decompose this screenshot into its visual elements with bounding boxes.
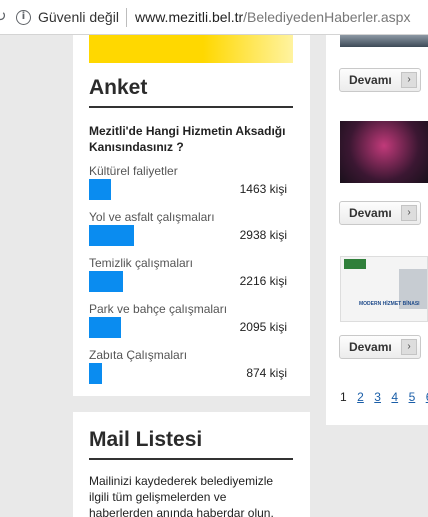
poll-option-bar [89,363,102,384]
mail-list-title: Mail Listesi [89,428,203,451]
address-bar: ↻ i Güvenli değil www.mezitli.bel.tr/Bel… [0,0,428,35]
read-more-button[interactable]: Devamı › [339,68,421,92]
page-link[interactable]: 4 [391,390,398,404]
address-divider [126,8,127,27]
read-more-label: Devamı [349,73,392,87]
mail-title-rule [89,458,293,460]
chevron-right-icon: › [401,72,417,88]
news-image[interactable] [340,35,428,47]
poll-option-label: Park ve bahçe çalışmaları [89,302,228,316]
poll-option: Kültürel faliyetler 1463 kişi [89,164,293,210]
news-list: Devamı › Devamı › MODERN HİZMET BİNASI D… [326,35,428,425]
news-image[interactable]: MODERN HİZMET BİNASI [340,256,428,322]
chevron-right-icon: › [401,339,417,355]
poll-option: Park ve bahçe çalışmaları 2095 kişi [89,302,293,348]
poll-option-count: 2938 kişi [239,228,287,242]
poll-option: Zabıta Çalışmaları 874 kişi [89,348,293,394]
poll-option: Temizlik çalışmaları 2216 kişi [89,256,293,302]
chevron-right-icon: › [401,205,417,221]
news-image-caption: MODERN HİZMET BİNASI [359,301,420,307]
poll-option-label: Yol ve asfalt çalışmaları [89,210,215,224]
news-column: Devamı › Devamı › MODERN HİZMET BİNASI D… [326,35,428,517]
info-icon[interactable]: i [16,10,31,25]
read-more-label: Devamı [349,340,392,354]
url-host: www.mezitli.bel.tr [135,9,244,25]
poll-option-count: 1463 kişi [239,182,287,196]
left-sidebar: Anket Mezitli'de Hangi Hizmetin Aksadığı… [73,35,310,517]
poll-option-bar [89,271,123,292]
poll-option-count: 874 kişi [246,366,287,380]
poll-option-bar [89,317,121,338]
poll-option-bar [89,179,111,200]
read-more-label: Devamı [349,206,392,220]
page-link[interactable]: 5 [409,390,416,404]
poll-option-count: 2216 kişi [239,274,287,288]
poll-option-label: Kültürel faliyetler [89,164,178,178]
poll-title: Anket [89,76,148,99]
read-more-button[interactable]: Devamı › [339,335,421,359]
mail-list-panel: Mail Listesi Mailinizi kaydederek beledi… [73,412,310,517]
poll-question: Mezitli'de Hangi Hizmetin Aksadığı Kanıs… [89,124,286,154]
read-more-button[interactable]: Devamı › [339,201,421,225]
poll-option: Yol ve asfalt çalışmaları 2938 kişi [89,210,293,256]
yellow-banner-image [89,35,293,63]
poll-option-label: Temizlik çalışmaları [89,256,194,270]
page-link[interactable]: 2 [357,390,364,404]
reload-icon[interactable]: ↻ [0,6,6,28]
poll-option-count: 2095 kişi [239,320,287,334]
poll-title-rule [89,106,293,108]
logo-tag [344,259,366,269]
pagination: 1 2 3 4 5 6 [340,388,428,404]
page-link[interactable]: 3 [374,390,381,404]
url-path: /BelediyedenHaberler.aspx [243,9,411,25]
poll-option-label: Zabıta Çalışmaları [89,348,188,362]
poll-panel: Anket Mezitli'de Hangi Hizmetin Aksadığı… [73,35,310,396]
mail-list-description: Mailinizi kaydederek belediyemizle ilgil… [89,474,274,517]
news-image[interactable] [340,121,428,183]
poll-option-bar [89,225,134,246]
url-field[interactable]: www.mezitli.bel.tr/BelediyedenHaberler.a… [135,9,410,25]
page-current: 1 [340,390,347,404]
security-label[interactable]: Güvenli değil [38,9,119,25]
